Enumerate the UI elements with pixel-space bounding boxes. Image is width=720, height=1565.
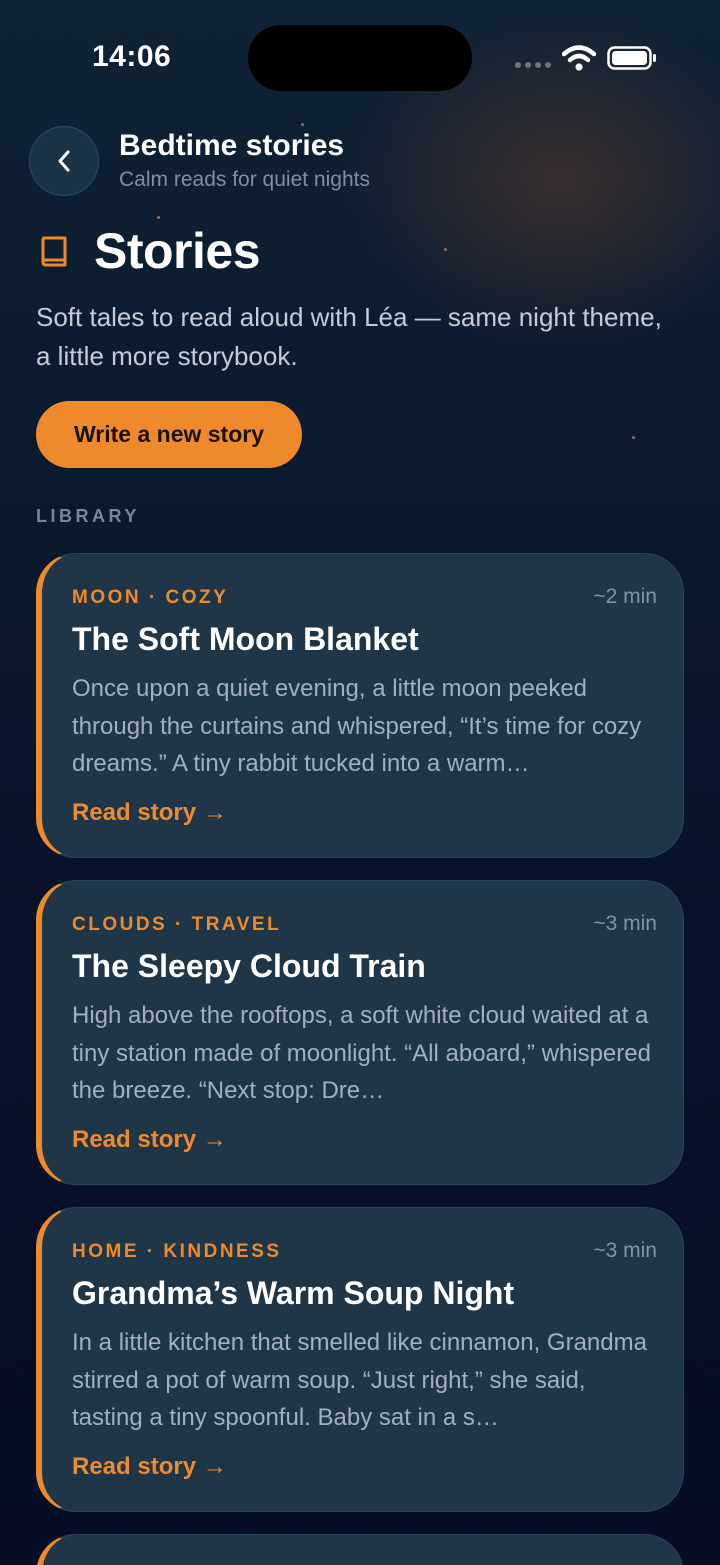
read-story-link[interactable]: Read story → <box>72 799 227 827</box>
story-tags: CLOUDS · TRAVEL <box>72 914 282 935</box>
battery-icon <box>607 46 656 70</box>
story-title: The Sleepy Cloud Train <box>72 948 426 984</box>
read-story-link[interactable]: Read story → <box>72 1126 227 1154</box>
wifi-icon <box>562 45 596 71</box>
status-time: 14:06 <box>92 40 172 73</box>
story-excerpt: In a little kitchen that smelled like ci… <box>72 1329 647 1431</box>
star-decoration <box>301 123 304 126</box>
story-title: The Soft Moon Blanket <box>72 621 419 657</box>
header-subtitle: Calm reads for quiet nights <box>119 168 370 191</box>
chevron-left-icon <box>58 150 70 172</box>
star-decoration <box>632 436 635 439</box>
story-card-partial[interactable] <box>36 1534 684 1565</box>
dynamic-island <box>248 25 472 91</box>
story-title: Grandma’s Warm Soup Night <box>72 1275 515 1311</box>
intro-text: Soft tales to read aloud with Léa — same… <box>36 302 662 371</box>
story-tags: MOON · COZY <box>72 587 229 608</box>
star-decoration <box>444 248 447 251</box>
story-tags: HOME · KINDNESS <box>72 1241 282 1262</box>
story-duration: ~3 min <box>593 912 657 935</box>
story-duration: ~2 min <box>593 585 657 608</box>
section-label-library: LIBRARY <box>36 506 140 526</box>
story-duration: ~3 min <box>593 1239 657 1262</box>
back-button[interactable] <box>29 126 99 196</box>
story-card[interactable]: CLOUDS · TRAVEL ~3 min The Sleepy Cloud … <box>36 880 684 1185</box>
story-excerpt: Once upon a quiet evening, a little moon… <box>72 675 642 777</box>
story-excerpt: High above the rooftops, a soft white cl… <box>72 1002 651 1104</box>
story-card[interactable]: HOME · KINDNESS ~3 min Grandma’s Warm So… <box>36 1207 684 1512</box>
star-decoration <box>157 216 160 219</box>
header-title: Bedtime stories <box>119 129 345 162</box>
story-card[interactable]: MOON · COZY ~2 min The Soft Moon Blanket… <box>36 553 684 858</box>
book-icon <box>41 236 67 267</box>
page-title: Stories <box>94 223 261 279</box>
read-story-link[interactable]: Read story → <box>72 1453 227 1481</box>
write-new-story-button[interactable]: Write a new story <box>36 401 302 468</box>
cellular-signal-icon <box>515 62 551 68</box>
